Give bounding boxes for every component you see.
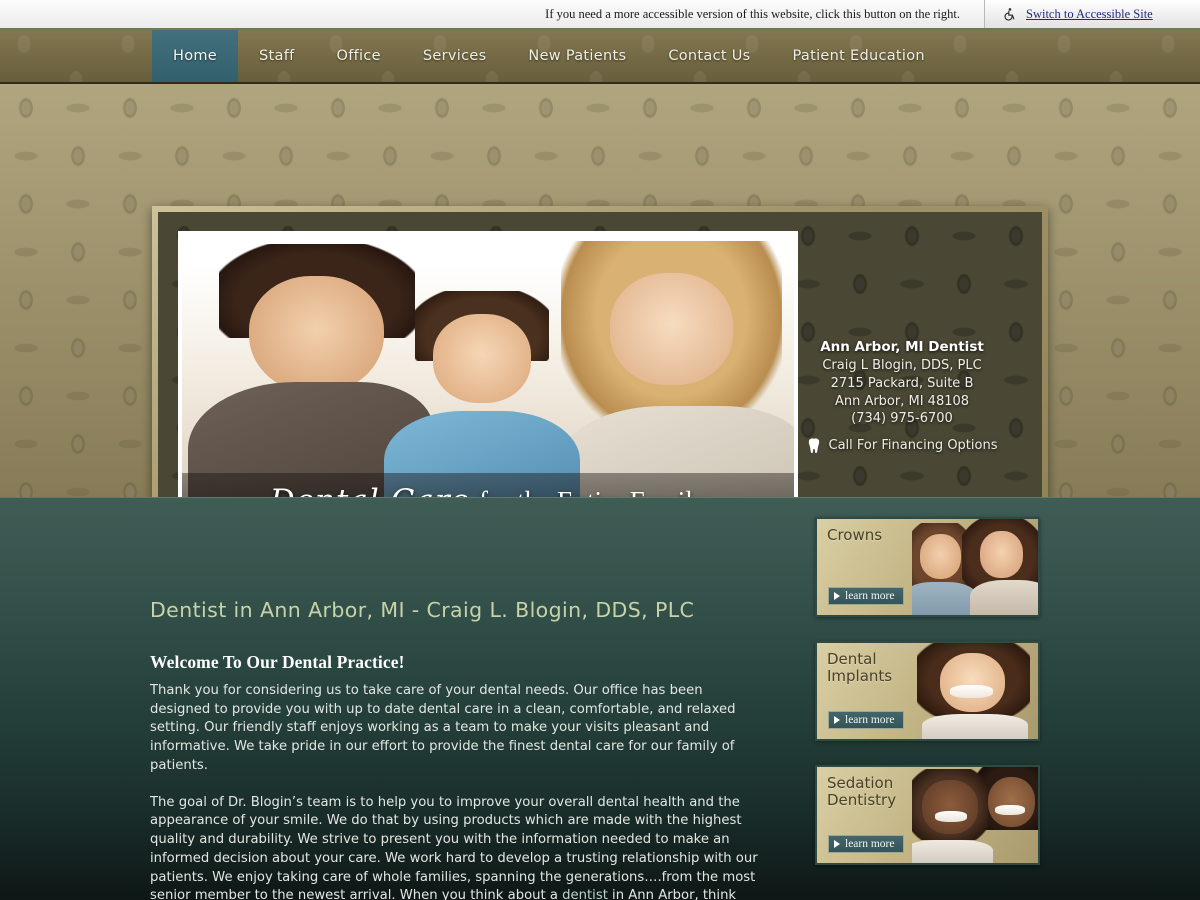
sedation-learn-more-label: learn more xyxy=(845,838,895,850)
sedation-card-photo xyxy=(912,767,1038,863)
content-area: Dentist in Ann Arbor, MI - Craig L. Blog… xyxy=(0,497,1200,900)
sedation-woman-face xyxy=(987,776,1036,827)
implants-learn-more-label: learn more xyxy=(845,714,895,726)
paragraph-2: The goal of Dr. Blogin’s team is to help… xyxy=(150,794,765,900)
accessibility-note: If you need a more accessible version of… xyxy=(545,6,960,21)
contact-title: Ann Arbor, MI Dentist xyxy=(820,339,984,355)
hero-banner: Dental Care for the Entire Family Ann Ar… xyxy=(0,84,1200,542)
play-triangle-icon xyxy=(834,592,840,600)
accessible-site-link[interactable]: Switch to Accessible Site xyxy=(1026,7,1153,22)
play-triangle-icon xyxy=(834,840,840,848)
photo-woman-face xyxy=(610,273,733,385)
crowns-learn-more-label: learn more xyxy=(845,590,895,602)
nav-item-home[interactable]: Home xyxy=(152,30,239,82)
contact-practice-name: Craig L Blogin, DDS, PLC xyxy=(822,358,982,374)
nav-item-new-patients[interactable]: New Patients xyxy=(507,30,647,82)
wheelchair-accessible-icon xyxy=(1004,7,1015,21)
sedation-learn-more-button[interactable]: learn more xyxy=(828,835,904,853)
implants-woman-smile xyxy=(949,685,993,698)
sedation-woman-smile xyxy=(995,805,1026,815)
sedation-man-face xyxy=(922,780,978,835)
practice-contact-block: Ann Arbor, MI Dentist Craig L Blogin, DD… xyxy=(784,338,1020,455)
crowns-woman-body xyxy=(969,580,1038,615)
sedation-man-body xyxy=(912,839,993,863)
accessibility-bar: If you need a more accessible version of… xyxy=(0,0,1200,30)
implants-learn-more-button[interactable]: learn more xyxy=(828,711,904,729)
dentist-link[interactable]: dentist xyxy=(562,888,608,900)
implants-woman-body xyxy=(922,714,1028,739)
photo-boy-face xyxy=(432,314,531,403)
crowns-learn-more-button[interactable]: learn more xyxy=(828,587,904,605)
crowns-woman-face xyxy=(980,531,1023,578)
welcome-heading: Welcome To Our Dental Practice! xyxy=(150,652,405,672)
implants-woman-face xyxy=(939,652,1006,713)
sedation-man-smile xyxy=(934,811,968,822)
crowns-girl-body xyxy=(912,582,978,615)
nav-item-patient-education[interactable]: Patient Education xyxy=(772,30,946,82)
implants-card-title: Dental Implants xyxy=(827,650,893,686)
paragraph-2-text-before: The goal of Dr. Blogin’s team is to help… xyxy=(150,794,758,900)
family-photo-canvas: Dental Care for the Entire Family xyxy=(182,235,794,529)
hero-frame: Dental Care for the Entire Family Ann Ar… xyxy=(152,206,1048,542)
paragraph-1: Thank you for considering us to take car… xyxy=(150,683,736,773)
crowns-card-photo xyxy=(912,519,1038,615)
contact-city-state-zip: Ann Arbor, MI 48108 xyxy=(834,393,970,409)
service-card-sedation-dentistry[interactable]: Sedation Dentistry learn more xyxy=(815,765,1040,865)
main-navigation: Home Staff Office Services New Patients … xyxy=(0,30,1200,84)
play-triangle-icon xyxy=(834,716,840,724)
hero-family-photo: Dental Care for the Entire Family xyxy=(178,231,798,529)
contact-street: 2715 Packard, Suite B xyxy=(830,376,974,392)
financing-options-link[interactable]: Call For Financing Options xyxy=(784,437,1020,455)
page-title: Dentist in Ann Arbor, MI - Craig L. Blog… xyxy=(150,598,695,622)
implants-card-photo xyxy=(912,643,1038,739)
nav-item-contact-us[interactable]: Contact Us xyxy=(647,30,771,82)
hero-inner-panel: Dental Care for the Entire Family Ann Ar… xyxy=(158,212,1042,536)
nav-item-services[interactable]: Services xyxy=(402,30,508,82)
tooth-icon xyxy=(808,438,819,454)
photo-man-face xyxy=(249,276,384,394)
service-cards-sidebar: Crowns learn more Dental Implants learn … xyxy=(800,498,1200,900)
main-content-column: Dentist in Ann Arbor, MI - Craig L. Blog… xyxy=(0,498,800,900)
nav-item-staff[interactable]: Staff xyxy=(238,30,315,82)
nav-item-office[interactable]: Office xyxy=(316,30,402,82)
financing-label: Call For Financing Options xyxy=(828,438,998,454)
switch-to-accessible-site-button[interactable]: Switch to Accessible Site xyxy=(984,0,1200,28)
crowns-girl-face xyxy=(919,534,962,579)
service-card-dental-implants[interactable]: Dental Implants learn more xyxy=(815,641,1040,741)
service-card-crowns[interactable]: Crowns learn more xyxy=(815,517,1040,617)
sedation-card-title: Sedation Dentistry xyxy=(827,774,897,810)
crowns-card-title: Crowns xyxy=(827,526,883,544)
contact-phone[interactable]: (734) 975-6700 xyxy=(784,410,1020,428)
